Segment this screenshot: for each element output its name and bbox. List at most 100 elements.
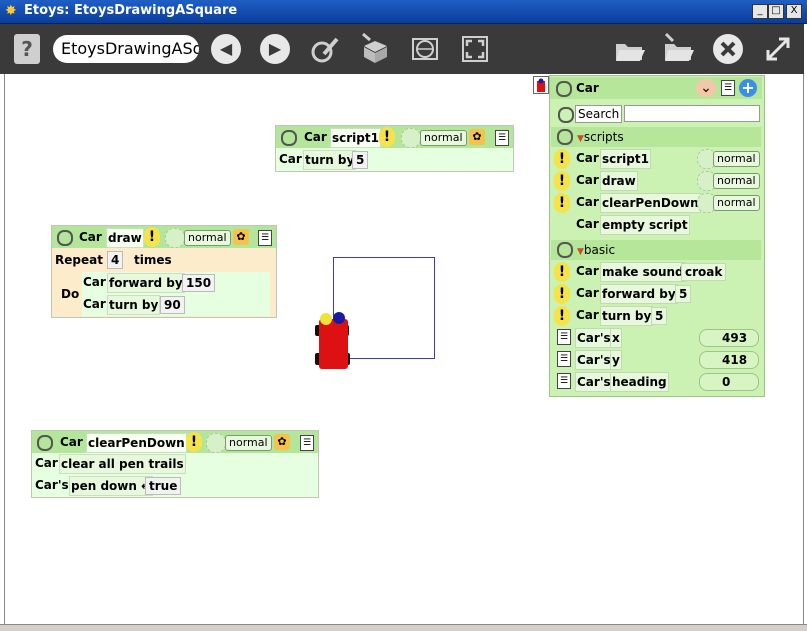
fullscreen-button[interactable] (460, 34, 490, 64)
script-mode-selector[interactable]: normal (225, 435, 272, 451)
run-script-icon[interactable]: ! (554, 171, 570, 191)
script-mode-selector[interactable]: normal (713, 195, 760, 211)
project-name-field[interactable]: EtoysDrawingASqua (53, 35, 199, 63)
script-mode-selector[interactable]: normal (420, 130, 467, 146)
expand-button[interactable] (763, 34, 793, 64)
command-tile-turn-by[interactable]: turn by (600, 306, 654, 326)
script-name-field[interactable]: draw (106, 228, 144, 248)
next-page-button[interactable]: ▶ (260, 34, 290, 64)
halo-circle-icon[interactable] (557, 129, 573, 145)
run-command-icon[interactable]: ! (554, 284, 570, 304)
ticking-clock-icon[interactable] (206, 433, 226, 453)
etoys-toolbar: ? EtoysDrawingASqua ◀ ▶ (0, 24, 804, 74)
row-subject: Car (576, 217, 599, 231)
property-menu-icon[interactable]: ☰ (557, 329, 571, 345)
repeat-count[interactable]: 4 (107, 251, 124, 269)
empty-script-tile[interactable]: empty script (600, 215, 690, 235)
ticking-clock-icon[interactable] (165, 228, 185, 248)
run-script-icon[interactable]: ! (554, 193, 570, 213)
halo-circle-icon[interactable] (37, 435, 53, 451)
command-tile-forward-by[interactable]: forward by (600, 284, 678, 304)
run-command-icon[interactable]: ! (554, 306, 570, 326)
script-object-name: Car (304, 130, 327, 144)
script-editor-script1[interactable]: Car script1 ! normal ✿ ☰ Car turn by 5 (275, 125, 514, 172)
script-editor-clearpendown[interactable]: Car clearPenDown ! normal ✿ ☰ Car clear … (31, 430, 319, 498)
script-mode-selector[interactable]: normal (713, 151, 760, 167)
forward-by-value[interactable]: 5 (675, 285, 692, 303)
script-row-draw[interactable]: draw (600, 171, 638, 191)
open-project-button[interactable] (614, 34, 645, 64)
run-script-icon[interactable]: ! (379, 127, 395, 147)
property-subject: Car's (575, 350, 613, 370)
x-value-readout[interactable]: 493 (699, 329, 759, 347)
viewer-menu-icon[interactable]: ☰ (721, 80, 735, 96)
script-menu-gear-icon[interactable]: ✿ (233, 229, 249, 245)
chevron-down-icon[interactable]: ⌄ (696, 79, 716, 97)
scripts-category-label[interactable]: ▼scripts (577, 129, 624, 147)
y-value-readout[interactable]: 418 (699, 351, 759, 369)
command-tile-clear-all-pen-trails[interactable]: clear all pen trails (59, 454, 186, 474)
supplies-button[interactable] (360, 32, 390, 63)
object-viewer[interactable]: Car ⌄ ☰ + Search ▼scripts ! Car script1 … (549, 75, 765, 397)
basic-category-header[interactable]: ▼basic (551, 240, 761, 260)
pen-down-value[interactable]: true (145, 477, 182, 495)
heading-value-readout[interactable]: 0 (699, 373, 759, 391)
property-menu-icon[interactable]: ☰ (557, 351, 571, 367)
script-name-field[interactable]: clearPenDown (86, 433, 187, 453)
sound-value[interactable]: croak (681, 263, 727, 281)
script-editor-draw[interactable]: Car draw ! normal ✿ ☰ Repeat 4 times Do … (51, 225, 277, 318)
run-command-icon[interactable]: ! (554, 262, 570, 282)
turn-by-value[interactable]: 90 (160, 296, 185, 314)
previous-page-button[interactable]: ◀ (211, 34, 241, 64)
script-menu-gear-icon[interactable]: ✿ (469, 129, 485, 145)
paint-brush-button[interactable] (310, 34, 340, 64)
forward-by-value[interactable]: 150 (182, 274, 216, 292)
run-script-icon[interactable]: ! (186, 432, 202, 452)
close-window-button[interactable]: X (786, 4, 802, 19)
turn-by-value[interactable]: 5 (651, 307, 668, 325)
search-label: Search (575, 105, 623, 123)
tile-subject: Car (279, 152, 302, 166)
script-mode-selector[interactable]: normal (713, 173, 760, 189)
property-name-heading[interactable]: heading (610, 372, 669, 392)
script-options-menu-icon[interactable]: ☰ (495, 130, 509, 146)
car-sprite[interactable] (312, 311, 354, 371)
viewer-flap-tab[interactable] (533, 76, 549, 94)
tile-subject: Car's (35, 478, 69, 492)
search-input[interactable] (624, 105, 760, 122)
run-script-icon[interactable]: ! (144, 227, 160, 247)
command-tile-make-sound[interactable]: make sound (600, 262, 686, 282)
minimize-button[interactable]: _ (752, 4, 768, 19)
run-script-icon[interactable]: ! (554, 149, 570, 169)
property-menu-icon[interactable]: ☰ (557, 373, 571, 389)
maximize-button[interactable]: □ (768, 4, 784, 19)
ticking-clock-icon[interactable] (401, 128, 421, 148)
command-tile-pen-down[interactable]: pen down ← (69, 476, 154, 496)
language-button[interactable] (410, 34, 440, 64)
command-tile-turn-by[interactable]: turn by (107, 295, 161, 315)
halo-circle-icon[interactable] (57, 230, 73, 246)
script-options-menu-icon[interactable]: ☰ (258, 230, 272, 246)
save-project-button[interactable] (663, 32, 694, 62)
script-mode-selector[interactable]: normal (184, 230, 231, 246)
script-row-script1[interactable]: script1 (600, 149, 651, 169)
script-menu-gear-icon[interactable]: ✿ (274, 434, 290, 450)
script-row-clearpendown[interactable]: clearPenDown (600, 193, 701, 213)
halo-circle-icon[interactable] (556, 81, 572, 97)
halo-circle-icon[interactable] (557, 242, 573, 258)
script-name-field[interactable]: script1 (330, 128, 381, 148)
command-tile-turn-by[interactable]: turn by (303, 150, 357, 170)
property-name-y[interactable]: y (610, 350, 622, 370)
close-x-icon (720, 41, 736, 57)
script-options-menu-icon[interactable]: ☰ (300, 435, 314, 451)
search-halo-icon[interactable] (558, 107, 574, 123)
help-button[interactable]: ? (14, 34, 40, 64)
quit-button[interactable] (713, 34, 743, 64)
add-category-plus-icon[interactable]: + (739, 79, 757, 97)
scripts-category-header[interactable]: ▼scripts (551, 127, 761, 147)
basic-category-label[interactable]: ▼basic (577, 242, 615, 260)
halo-circle-icon[interactable] (281, 130, 297, 146)
property-name-x[interactable]: x (610, 328, 622, 348)
turn-by-value[interactable]: 5 (352, 151, 369, 169)
command-tile-forward-by[interactable]: forward by (107, 273, 185, 293)
